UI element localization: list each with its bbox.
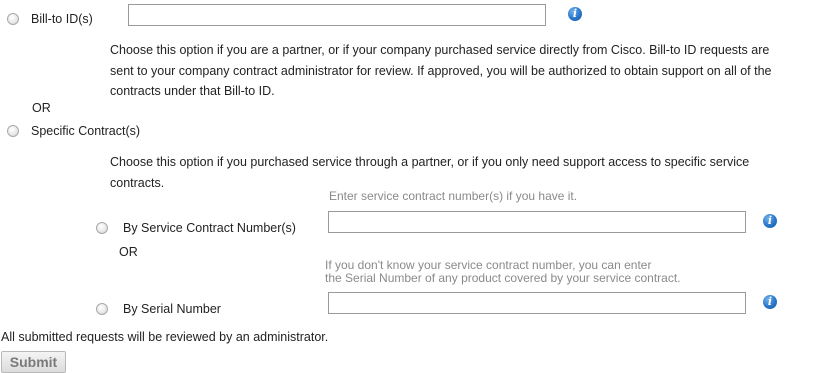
serial-number-input[interactable]	[328, 292, 746, 314]
billto-desc-line: sent to your company contract administra…	[110, 63, 772, 78]
serial-number-hint: If you don't know your service contract …	[325, 259, 681, 285]
serial-number-radio[interactable]	[96, 303, 108, 315]
submit-button[interactable]: Submit	[1, 351, 66, 373]
billto-desc-line: Choose this option if you are a partner,…	[110, 43, 770, 57]
serial-hint-line: the Serial Number of any product covered…	[325, 271, 681, 285]
contract-number-hint: Enter service contract number(s) if you …	[329, 189, 578, 203]
or-separator: OR	[32, 101, 51, 115]
info-icon[interactable]: i	[568, 7, 582, 21]
billto-description: Choose this option if you are a partner,…	[110, 40, 771, 102]
serial-number-label: By Serial Number	[123, 302, 221, 316]
specific-description: Choose this option if you purchased serv…	[110, 152, 749, 193]
billto-input[interactable]	[128, 4, 546, 26]
billto-label: Bill-to ID(s)	[31, 12, 93, 26]
contract-number-label: By Service Contract Number(s)	[123, 221, 296, 235]
billto-desc-line: contracts under that Bill-to ID.	[110, 84, 275, 98]
specific-contracts-label: Specific Contract(s)	[31, 124, 141, 138]
footer-note: All submitted requests will be reviewed …	[1, 330, 329, 344]
contract-number-radio[interactable]	[96, 222, 108, 234]
billto-radio[interactable]	[7, 13, 19, 25]
contract-number-input[interactable]	[328, 211, 746, 233]
or-separator-inner: OR	[119, 245, 138, 259]
info-icon[interactable]: i	[763, 295, 777, 309]
specific-desc-line: Choose this option if you purchased serv…	[110, 155, 750, 169]
specific-contracts-radio[interactable]	[7, 125, 19, 137]
info-icon[interactable]: i	[763, 214, 777, 228]
